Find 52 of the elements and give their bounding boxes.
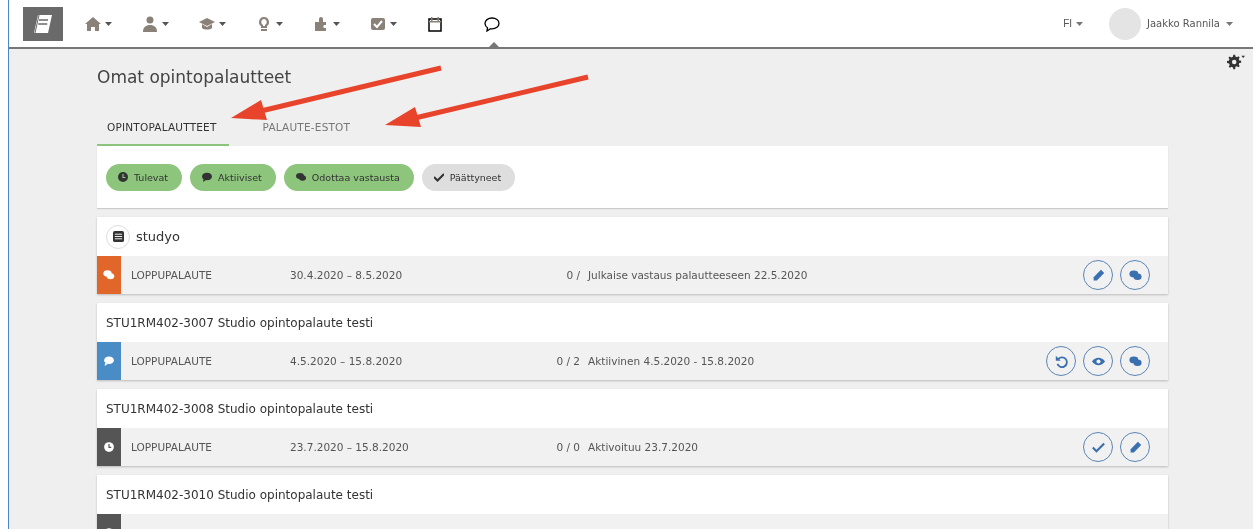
page-title: Omat opintopalautteet	[97, 67, 293, 89]
speech-bubble-icon	[202, 172, 213, 182]
language-menu[interactable]: FI	[1057, 17, 1090, 30]
check-icon	[1091, 440, 1105, 454]
status-text: Julkaise vastaus palautteeseen 22.5.2020	[588, 269, 808, 281]
filter-button[interactable]: Päättyneet	[421, 163, 516, 191]
response-count: 0 / 0	[555, 441, 580, 453]
puzzle-icon[interactable]	[313, 15, 329, 32]
settings-icon[interactable]	[1227, 54, 1245, 70]
response-count: 0 /	[565, 269, 580, 281]
caret-icon[interactable]	[105, 21, 112, 26]
course-title: STU1RM402-3008 Studio opintopalaute testi	[106, 401, 374, 416]
lightbulb-icon[interactable]	[256, 15, 272, 32]
caret-icon[interactable]	[1226, 21, 1233, 26]
course-title: STU1RM402-3010 Studio opintopalaute testi	[106, 487, 374, 502]
undo-icon	[1054, 354, 1068, 368]
speech-bubbles-icon	[1128, 268, 1142, 282]
calendar-icon[interactable]	[427, 15, 443, 32]
checkbox-icon[interactable]	[370, 15, 386, 32]
caret-icon	[1076, 21, 1084, 26]
feedback-type: LOPPUPALAUTE	[131, 441, 213, 453]
feedback-type: LOPPUPALAUTE	[131, 355, 213, 367]
filter-button[interactable]: Tulevat	[106, 163, 183, 191]
user-name[interactable]: Jaakko Rannila	[1147, 18, 1220, 29]
course-title: studyo	[136, 229, 180, 244]
home-icon[interactable]	[85, 15, 101, 32]
caret-icon[interactable]	[390, 21, 397, 26]
pencil-icon	[1091, 268, 1105, 282]
speech-bubbles-icon	[295, 172, 306, 182]
pencil-icon	[1128, 440, 1142, 454]
clock-icon	[118, 172, 128, 182]
person-icon[interactable]	[142, 15, 158, 32]
caret-icon[interactable]	[276, 21, 283, 26]
caret-icon[interactable]	[219, 21, 226, 26]
tab[interactable]: PALAUTE-ESTOT	[252, 113, 361, 146]
graduation-cap-icon[interactable]	[199, 15, 215, 32]
check-icon	[433, 172, 444, 182]
date-range: 23.7.2020 – 15.8.2020	[290, 441, 410, 453]
speech-bubbles-icon	[1128, 354, 1142, 368]
feedback-type: LOPPUPALAUTE	[131, 269, 213, 281]
course-title: STU1RM402-3007 Studio opintopalaute testi	[106, 315, 374, 330]
logo[interactable]	[23, 6, 63, 41]
date-range: 4.5.2020 – 15.8.2020	[290, 355, 404, 367]
filter-button[interactable]: Odottaa vastausta	[283, 163, 414, 191]
status-text: Aktiivinen 4.5.2020 - 15.8.2020	[588, 355, 755, 367]
caret-icon[interactable]	[162, 21, 169, 26]
caret-icon[interactable]	[333, 21, 340, 26]
status-text: Aktivoituu 23.7.2020	[588, 441, 699, 453]
response-count: 0 / 2	[555, 355, 580, 367]
filter-button[interactable]: Aktiiviset	[190, 163, 276, 191]
date-range: 30.4.2020 – 8.5.2020	[290, 269, 404, 281]
speech-bubble-icon[interactable]	[484, 15, 500, 32]
